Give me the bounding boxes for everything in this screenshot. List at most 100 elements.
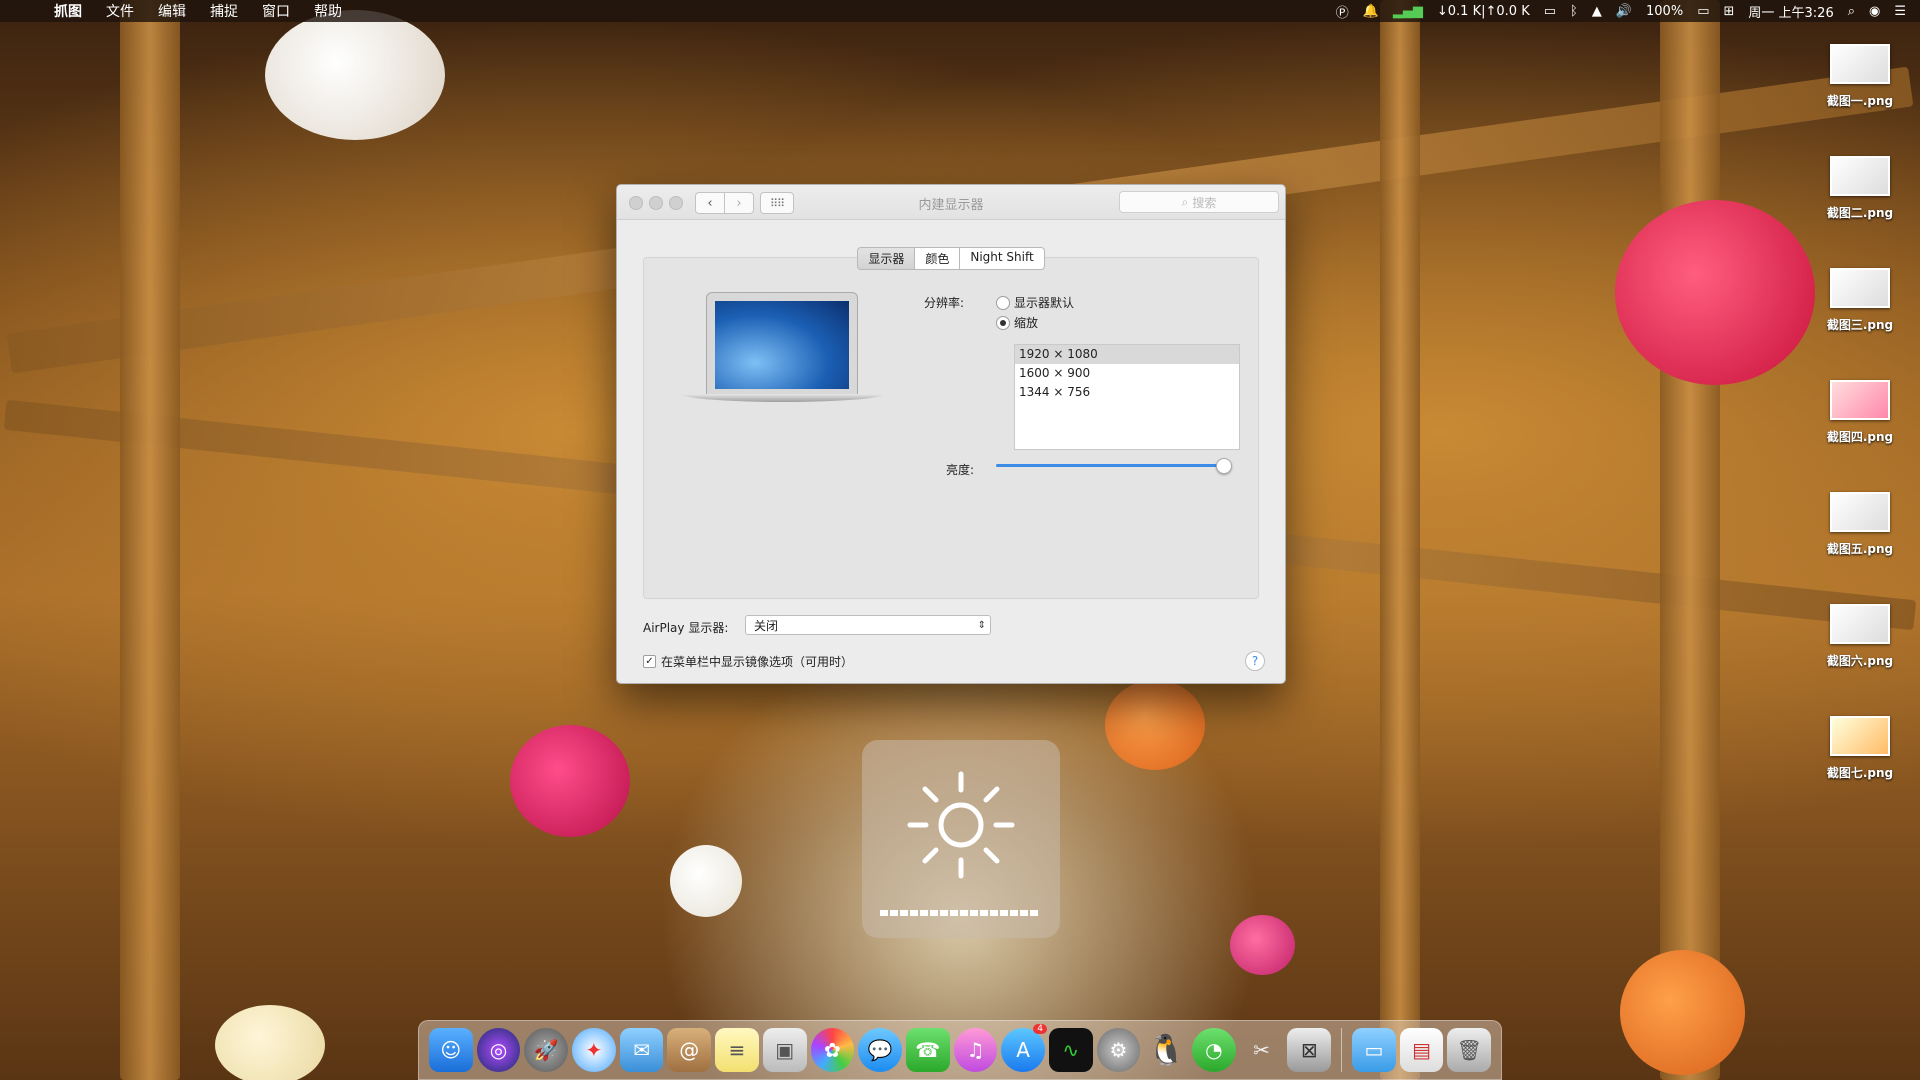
- file-name: 截图四.png: [1826, 430, 1894, 444]
- file-name: 截图五.png: [1826, 542, 1894, 556]
- safari-icon[interactable]: ✦: [572, 1028, 616, 1072]
- mirror-option[interactable]: ✓ 在菜单栏中显示镜像选项（可用时）: [643, 653, 853, 670]
- radio-scaled[interactable]: 缩放: [996, 314, 1038, 331]
- menu-bar: 抓图 文件 编辑 捕捉 窗口 帮助 Ⓟ 🔔 ▂▄▆ ↓0.1 K|↑0.0 K …: [0, 0, 1920, 22]
- desktop-file[interactable]: 截图五.png: [1810, 492, 1910, 557]
- airplay-value: 关闭: [754, 619, 779, 633]
- wechat-icon[interactable]: ◔: [1192, 1028, 1236, 1072]
- menu-edit[interactable]: 编辑: [146, 1, 198, 21]
- dock: ☺ ◎ 🚀 ✦ ✉ @ ≡ ▣ ✿ 💬 ☎ ♫ A4 ∿ ⚙ 🐧 ◔ ✂ ⊠ ▭…: [418, 1020, 1502, 1080]
- file-name: 截图一.png: [1826, 94, 1894, 108]
- menu-file[interactable]: 文件: [94, 1, 146, 21]
- brightness-segment: [1020, 910, 1028, 916]
- mail-icon[interactable]: ✉: [619, 1028, 664, 1072]
- spotlight-search-icon[interactable]: ⌕: [1848, 4, 1855, 19]
- tab-display[interactable]: 显示器: [857, 247, 916, 270]
- siri-icon[interactable]: ◎: [476, 1028, 521, 1072]
- airplay-icon[interactable]: ▲: [1592, 4, 1602, 19]
- resolution-label: 分辨率:: [924, 296, 965, 310]
- menu-window[interactable]: 窗口: [250, 1, 302, 21]
- p-icon[interactable]: Ⓟ: [1336, 2, 1349, 21]
- finder-icon[interactable]: ☺: [429, 1028, 473, 1072]
- desktop-file[interactable]: 截图六.png: [1810, 604, 1910, 669]
- brightness-segment: [890, 910, 898, 916]
- file-name: 截图六.png: [1826, 654, 1894, 668]
- brightness-segment: [940, 910, 948, 916]
- itunes-icon[interactable]: ♫: [953, 1028, 998, 1072]
- slider-track[interactable]: [996, 464, 1230, 467]
- resolution-option[interactable]: 1600 × 900: [1015, 364, 1239, 383]
- laptop-image: [682, 292, 886, 416]
- brightness-slider[interactable]: [996, 458, 1232, 474]
- launchpad-icon[interactable]: 🚀: [524, 1028, 569, 1072]
- messages-icon[interactable]: 💬: [858, 1028, 902, 1072]
- desktop-file[interactable]: 截图七.png: [1810, 716, 1910, 781]
- resolution-option[interactable]: 1344 × 756: [1015, 383, 1239, 402]
- dock-separator: [1341, 1028, 1343, 1072]
- qq-icon[interactable]: 🐧: [1144, 1028, 1188, 1072]
- file-name: 截图二.png: [1826, 206, 1894, 220]
- mirror-label: 在菜单栏中显示镜像选项（可用时）: [661, 655, 854, 669]
- help-button[interactable]: ?: [1245, 651, 1265, 671]
- file-thumbnail: [1830, 156, 1890, 196]
- file-thumbnail: [1830, 604, 1890, 644]
- notification-center-icon[interactable]: ☰: [1894, 4, 1906, 19]
- folder-icon[interactable]: ▭: [1352, 1028, 1396, 1072]
- menu-help[interactable]: 帮助: [302, 1, 354, 21]
- desktop-file[interactable]: 截图三.png: [1810, 268, 1910, 333]
- brightness-label: 亮度:: [946, 463, 975, 477]
- network-speed[interactable]: ↓0.1 K|↑0.0 K: [1437, 4, 1530, 19]
- resolution-option[interactable]: 1920 × 1080: [1015, 345, 1239, 364]
- radio-default-for-display[interactable]: 显示器默认: [996, 294, 1074, 311]
- display-pane: 分辨率: 显示器默认 缩放 1920 × 1080 1600 × 900 134…: [643, 257, 1259, 599]
- brightness-hud: [862, 740, 1060, 938]
- archive-icon[interactable]: ⊠: [1287, 1028, 1332, 1072]
- brightness-segment: [990, 910, 998, 916]
- radio-button[interactable]: [996, 315, 1010, 330]
- brightness-segment: [900, 910, 908, 916]
- search-field[interactable]: ⌕ 搜索: [1119, 191, 1279, 213]
- battery-percent[interactable]: 100%: [1646, 4, 1683, 19]
- brightness-segment: [880, 910, 888, 916]
- activity-monitor-icon[interactable]: ∿: [1048, 1028, 1093, 1072]
- photos-icon[interactable]: ✿: [810, 1028, 855, 1072]
- search-icon: ⌕: [1181, 194, 1189, 209]
- slider-knob[interactable]: [1215, 458, 1232, 474]
- radio-button[interactable]: [996, 295, 1010, 310]
- facetime-icon[interactable]: ☎: [905, 1028, 950, 1072]
- menu-capture[interactable]: 捕捉: [198, 1, 250, 21]
- volume-icon[interactable]: 🔊: [1616, 4, 1632, 19]
- mirror-checkbox[interactable]: ✓: [643, 655, 656, 668]
- tab-color[interactable]: 颜色: [915, 247, 961, 270]
- brightness-segment: [970, 910, 978, 916]
- screenshot-app-icon[interactable]: ✂: [1240, 1028, 1284, 1072]
- tab-night-shift[interactable]: Night Shift: [960, 247, 1045, 270]
- desktop-file[interactable]: 截图一.png: [1810, 44, 1910, 109]
- preview-icon[interactable]: ▣: [762, 1028, 807, 1072]
- notes-icon[interactable]: ≡: [715, 1028, 759, 1072]
- display-icon[interactable]: ▭: [1544, 4, 1556, 19]
- app-menu[interactable]: 抓图: [42, 1, 94, 21]
- file-name: 截图三.png: [1826, 318, 1894, 332]
- title-bar[interactable]: ‹ › ⠿⠿ 内建显示器 ⌕ 搜索: [617, 185, 1285, 220]
- desktop-file[interactable]: 截图四.png: [1810, 380, 1910, 445]
- resolution-list[interactable]: 1920 × 1080 1600 × 900 1344 × 756: [1014, 344, 1240, 450]
- file-thumbnail: [1830, 492, 1890, 532]
- tab-bar: 显示器 颜色 Night Shift: [617, 247, 1285, 270]
- screenshot-file-icon[interactable]: ▤: [1399, 1028, 1444, 1072]
- app-store-icon[interactable]: A4: [1001, 1024, 1047, 1072]
- notification-bell-icon[interactable]: 🔔: [1363, 4, 1379, 19]
- brightness-level-bar: [880, 910, 1038, 916]
- bluetooth-icon[interactable]: ᛒ: [1570, 4, 1578, 19]
- status-area: Ⓟ 🔔 ▂▄▆ ↓0.1 K|↑0.0 K ▭ ᛒ ▲ 🔊 100% ▭ ⊞ 周…: [1336, 2, 1920, 21]
- desktop-file[interactable]: 截图二.png: [1810, 156, 1910, 221]
- clock[interactable]: 周一 上午3:26: [1748, 2, 1833, 21]
- signal-icon[interactable]: ▂▄▆: [1393, 4, 1423, 19]
- airplay-dropdown[interactable]: 关闭 ⇕: [745, 615, 991, 635]
- input-method-icon[interactable]: ⊞: [1723, 4, 1734, 19]
- siri-icon[interactable]: ◉: [1869, 4, 1880, 19]
- battery-icon[interactable]: ▭: [1697, 4, 1709, 19]
- contacts-icon[interactable]: @: [667, 1028, 712, 1072]
- system-preferences-icon[interactable]: ⚙: [1096, 1028, 1141, 1072]
- trash-icon[interactable]: 🗑: [1447, 1028, 1492, 1072]
